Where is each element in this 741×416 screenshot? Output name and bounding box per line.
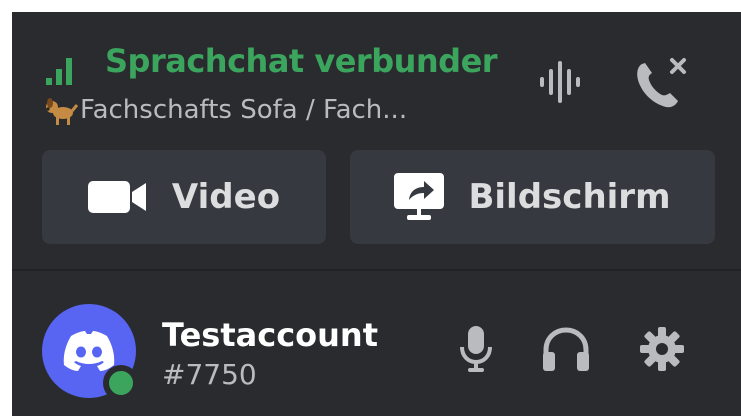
voice-user-panel: Sprachchat verbunder Fachschafts Sofa / … bbox=[12, 12, 741, 416]
video-button[interactable]: Video bbox=[42, 150, 326, 244]
microphone-button[interactable] bbox=[448, 321, 504, 377]
headset-button[interactable] bbox=[538, 321, 594, 377]
video-camera-icon bbox=[87, 181, 146, 213]
user-discriminator: #7750 bbox=[162, 358, 257, 391]
connection-status-title[interactable]: Sprachchat verbunder bbox=[105, 42, 498, 80]
video-button-label: Video bbox=[171, 177, 281, 217]
settings-button[interactable] bbox=[634, 321, 690, 377]
headphones-icon bbox=[543, 327, 589, 371]
dog-emoji-icon bbox=[46, 98, 78, 125]
avatar[interactable] bbox=[42, 304, 139, 401]
voice-connection-section: Sprachchat verbunder Fachschafts Sofa / … bbox=[12, 12, 741, 267]
screen-share-label: Bildschirm bbox=[468, 177, 671, 217]
channel-link[interactable]: Fachschafts Sofa / Fach... bbox=[44, 92, 407, 128]
screen-share-button[interactable]: Bildschirm bbox=[350, 150, 715, 244]
username[interactable]: Testaccount bbox=[162, 316, 378, 354]
microphone-icon bbox=[460, 326, 492, 372]
channel-name: Fachschafts Sofa / Fach... bbox=[80, 95, 408, 125]
user-panel: Testaccount #7750 bbox=[12, 271, 741, 416]
disconnect-call-icon[interactable] bbox=[632, 54, 690, 110]
signal-bars-icon[interactable] bbox=[45, 56, 73, 86]
gear-icon bbox=[640, 327, 684, 371]
noise-suppression-icon[interactable] bbox=[538, 58, 586, 106]
online-status-indicator bbox=[103, 365, 139, 401]
screen-share-icon bbox=[394, 173, 445, 220]
